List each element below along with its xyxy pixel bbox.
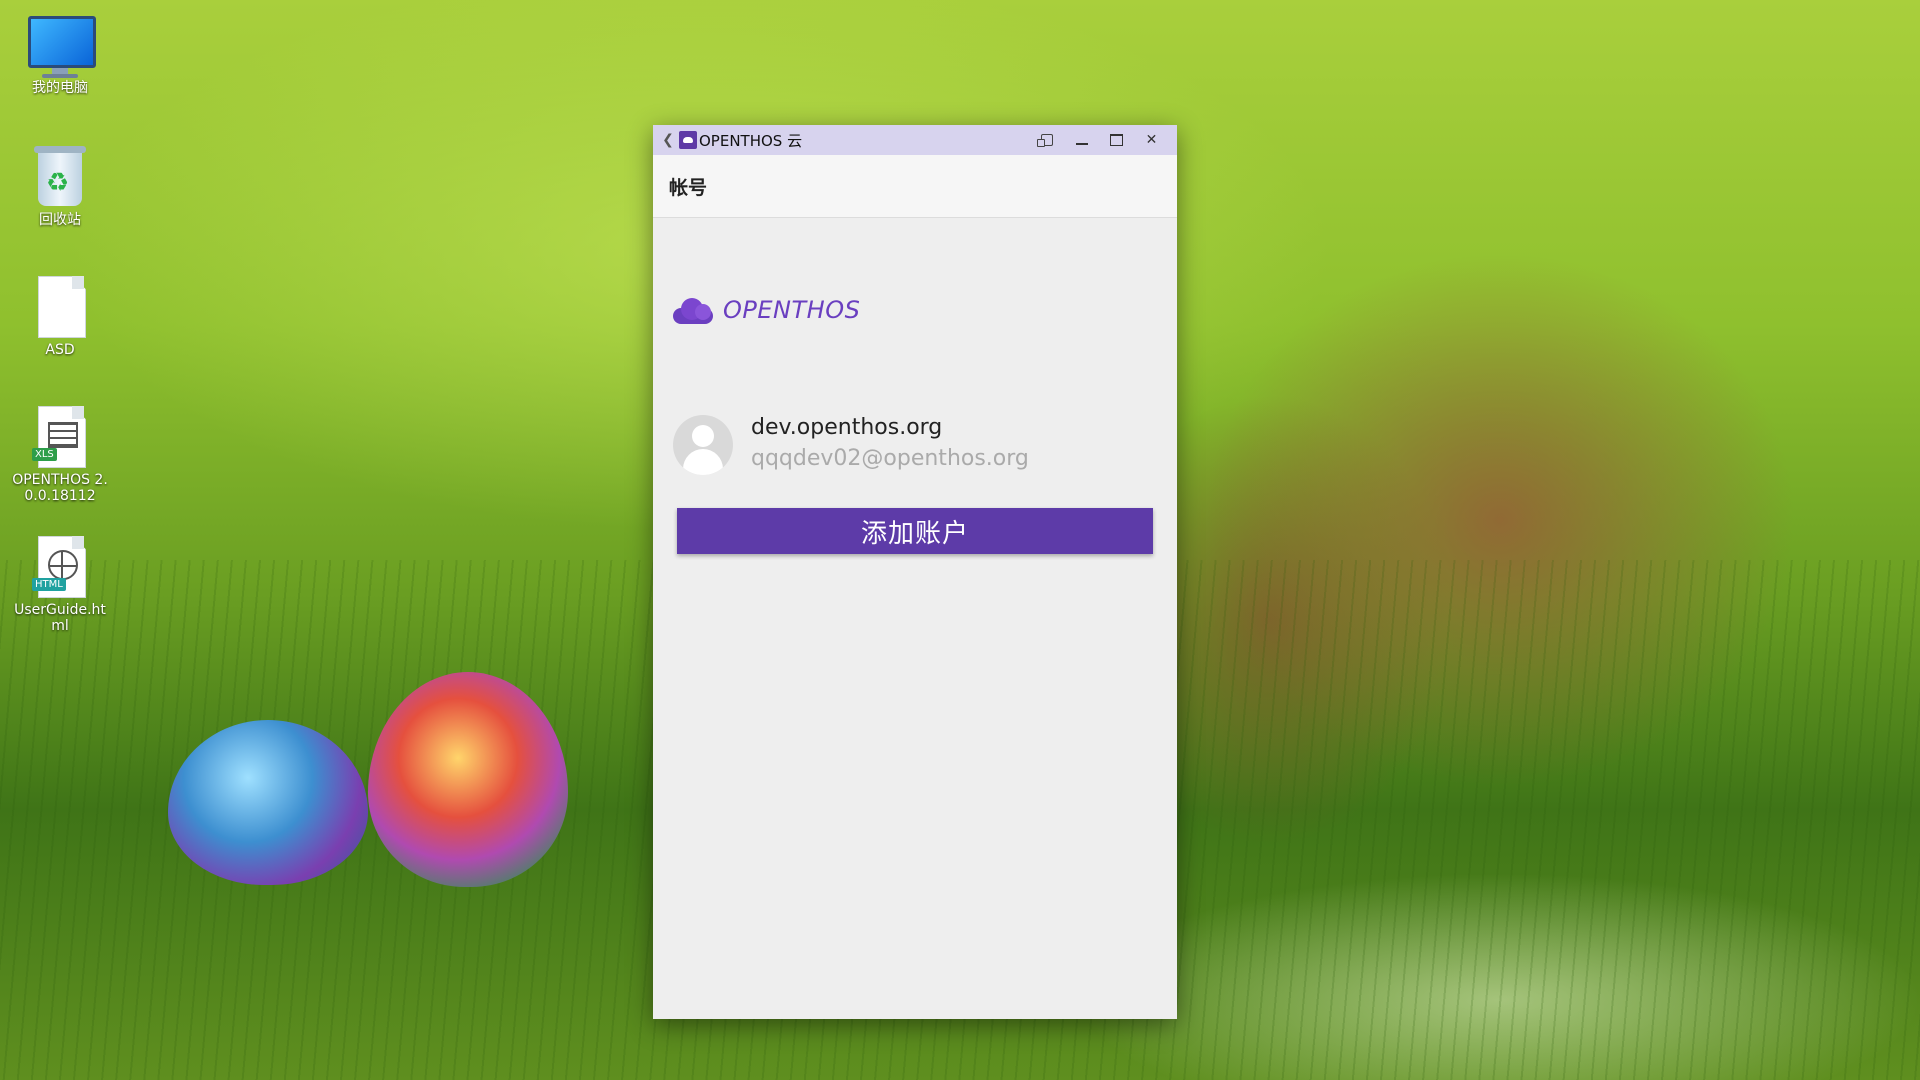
account-email: qqqdev02@openthos.org	[751, 446, 1029, 471]
close-button[interactable]: ✕	[1134, 125, 1169, 155]
rotate-icon	[1036, 134, 1053, 147]
maximize-button[interactable]	[1099, 125, 1134, 155]
easter-egg-colorful	[368, 672, 568, 887]
add-account-button[interactable]: 添加账户	[677, 508, 1153, 554]
chevron-left-icon[interactable]: ❮	[657, 132, 679, 148]
spreadsheet-icon: XLS	[28, 404, 92, 468]
desktop-icon-userguide[interactable]: HTML UserGuide.html	[10, 534, 110, 634]
minimize-icon	[1075, 143, 1088, 145]
desktop-icon-openthos-xls[interactable]: XLS OPENTHOS 2.0.0.18112	[10, 404, 110, 504]
desktop-icon-label: UserGuide.html	[14, 602, 106, 634]
brand-name: OPENTHOS	[723, 296, 861, 324]
window-controls: ✕	[1029, 125, 1169, 155]
cloud-icon	[673, 296, 713, 324]
monitor-icon	[28, 12, 96, 78]
account-entry[interactable]: dev.openthos.org qqqdev02@openthos.org	[673, 415, 1029, 475]
rotate-button[interactable]	[1029, 125, 1064, 155]
html-file-icon: HTML	[28, 534, 92, 598]
file-icon	[28, 274, 92, 338]
app-cloud-icon	[679, 131, 697, 149]
avatar	[673, 415, 733, 475]
desktop-icon-my-computer[interactable]: 我的电脑	[10, 12, 110, 96]
account-host: dev.openthos.org	[751, 415, 943, 440]
desktop-icon-asd[interactable]: ASD	[10, 274, 110, 358]
desktop-icon-label: 回收站	[39, 212, 81, 228]
maximize-icon	[1110, 134, 1123, 146]
desktop-icon-label: ASD	[45, 342, 75, 358]
minimize-button[interactable]	[1064, 125, 1099, 155]
desktop-icon-label: OPENTHOS 2.0.0.18112	[12, 472, 108, 504]
desktop-icon-recycle-bin[interactable]: ♻ 回收站	[10, 144, 110, 228]
openthos-cloud-window: ❮ OPENTHOS 云 ✕ 帐号 OPENTHOS dev.openthos.…	[653, 125, 1177, 1019]
easter-egg-blue	[168, 720, 368, 885]
recycle-bin-icon: ♻	[28, 144, 92, 208]
page-title: 帐号	[669, 176, 708, 199]
window-titlebar[interactable]: ❮ OPENTHOS 云 ✕	[653, 125, 1177, 155]
window-title: OPENTHOS 云	[699, 131, 803, 150]
brand-logo: OPENTHOS	[673, 296, 860, 324]
desktop-icon-label: 我的电脑	[32, 80, 88, 96]
page-header: 帐号	[653, 155, 1177, 218]
close-icon: ✕	[1145, 132, 1158, 148]
